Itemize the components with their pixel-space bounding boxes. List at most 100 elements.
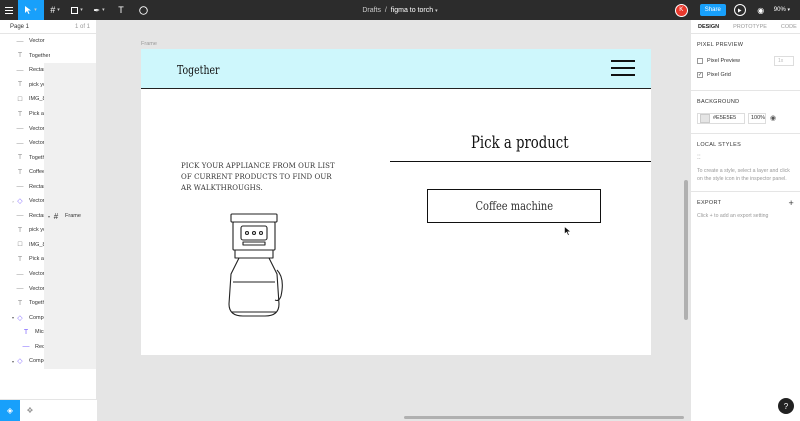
heading-text[interactable]: Pick a product	[471, 133, 569, 153]
vector-icon: —	[16, 37, 24, 45]
layer-label: Vector	[29, 140, 45, 147]
pixel-grid-row: ✓ Pixel Grid	[697, 68, 794, 82]
panel-footer: ◈ ❖	[0, 399, 97, 421]
pixel-preview-label: Pixel Preview	[707, 58, 741, 64]
tab-prototype[interactable]: PROTOTYPE	[726, 20, 774, 33]
comment-tool-button[interactable]	[132, 0, 154, 20]
chevron-down-icon[interactable]: ▾	[435, 8, 438, 14]
rectangle-icon: —	[16, 183, 24, 191]
page-count: 1 of 1	[74, 23, 90, 30]
pixel-preview-title: PIXEL PREVIEW	[697, 42, 744, 48]
image-icon: □	[17, 95, 23, 103]
text-icon: T	[17, 299, 23, 307]
eye-icon: ◉	[757, 5, 765, 15]
color-swatch[interactable]	[700, 113, 710, 123]
layer-label: Together	[29, 52, 51, 59]
tab-design[interactable]: DESIGN	[691, 20, 726, 33]
frame-header[interactable]: Together	[141, 49, 651, 89]
vertical-scrollbar[interactable]	[684, 180, 688, 320]
comment-icon	[138, 5, 148, 15]
pixel-grid-label: Pixel Grid	[707, 72, 731, 78]
shape-tool-button[interactable]: ▾	[66, 0, 88, 20]
brand-text[interactable]: Together	[177, 63, 219, 77]
avatar[interactable]: K	[674, 3, 688, 17]
pixel-preview-row: Pixel Preview 1x	[697, 54, 794, 68]
page-name: Page 1	[10, 23, 30, 30]
frame[interactable]: Together PICK YOUR APPLIANCE FROM OUR LI…	[141, 49, 651, 355]
cursor-arrow-icon	[25, 6, 32, 14]
zoom-level: 90%	[773, 7, 786, 13]
layer-label: Frame	[65, 213, 81, 219]
zoom-dropdown[interactable]: 90% ▾	[774, 7, 790, 13]
background-opacity-field[interactable]: 100%	[748, 112, 766, 124]
chevron-down-icon: ▾	[80, 7, 83, 13]
text-tool-button[interactable]: T	[110, 0, 132, 20]
hamburger-icon	[5, 6, 13, 14]
view-settings-button[interactable]: ◉	[754, 0, 768, 20]
pen-tool-button[interactable]: ✒ ▾	[88, 0, 110, 20]
tab-code[interactable]: CODE	[774, 20, 800, 33]
panel-tabs: DESIGN PROTOTYPE CODE	[691, 20, 800, 34]
layer-row[interactable]: ▾#Frame	[44, 63, 96, 369]
description-text[interactable]: PICK YOUR APPLIANCE FROM OUR LIST OF CUR…	[181, 160, 337, 193]
canvas[interactable]: Frame Together PICK YOUR APPLIANCE FROM …	[97, 20, 690, 421]
rectangle-icon: —	[16, 66, 24, 74]
chevron-down-icon: ▾	[57, 7, 60, 13]
layers-icon: ◈	[6, 406, 14, 415]
rectangle-icon: —	[22, 343, 30, 351]
components-toggle-button[interactable]: ❖	[20, 400, 40, 421]
share-button[interactable]: Share	[699, 4, 726, 16]
horizontal-scrollbar[interactable]	[404, 416, 684, 419]
frame-label[interactable]: Frame	[141, 41, 157, 47]
move-tool-button[interactable]: ▾	[18, 0, 44, 20]
mouse-cursor-icon	[564, 226, 572, 236]
file-name[interactable]: figma to torch	[391, 7, 433, 14]
frame-icon: #	[50, 5, 56, 15]
export-header: EXPORT +	[697, 199, 794, 208]
pixel-preview-section: PIXEL PREVIEW Pixel Preview 1x ✓ Pixel G…	[691, 34, 800, 91]
layer-label: Vector	[29, 285, 45, 292]
layer-label: Vector	[29, 198, 45, 205]
pixel-preview-checkbox[interactable]	[697, 58, 703, 64]
present-button[interactable]	[733, 4, 746, 16]
product-button[interactable]: Coffee machine	[427, 189, 601, 223]
local-styles-section: LOCAL STYLES ⁚⁚ To create a style, selec…	[691, 134, 800, 192]
layers-panel: Page 1 1 of 1 ▾#Frame—VectorTTogether—Re…	[0, 20, 97, 421]
breadcrumb-separator: /	[384, 6, 387, 14]
figma-app: ▾ # ▾ ▾ ✒ ▾ T Drafts / figma to torch ▾ …	[0, 0, 800, 421]
layer-list: ▾#Frame—VectorTTogether—Rectangle▾#Frame…	[0, 34, 96, 399]
properties-panel: DESIGN PROTOTYPE CODE PIXEL PREVIEW Pixe…	[690, 20, 800, 421]
breadcrumb-drafts[interactable]: Drafts	[362, 7, 381, 14]
text-icon: T	[17, 226, 23, 234]
frame-tool-button[interactable]: # ▾	[44, 0, 66, 20]
vector-icon: —	[16, 125, 24, 133]
layers-toggle-button[interactable]: ◈	[0, 400, 20, 421]
plus-icon[interactable]: +	[788, 199, 794, 208]
coffee-machine-image[interactable]	[221, 212, 285, 320]
pixel-preview-select[interactable]: 1x	[774, 56, 794, 66]
chevron-down-icon: ▾	[102, 7, 105, 13]
page-selector[interactable]: Page 1 1 of 1	[0, 20, 96, 34]
background-row: #E5E5E5 100% ◉	[697, 111, 794, 125]
text-icon: T	[17, 110, 23, 118]
toolbar: ▾ # ▾ ▾ ✒ ▾ T Drafts / figma to torch ▾ …	[0, 0, 800, 20]
background-title: BACKGROUND	[697, 99, 740, 105]
main-menu-button[interactable]	[0, 0, 18, 20]
export-section: EXPORT + Click + to add an export settin…	[691, 192, 800, 228]
frame-icon: #	[53, 211, 59, 221]
styles-icon: ⁚⁚	[697, 155, 701, 161]
text-icon: T	[17, 255, 23, 263]
eye-icon[interactable]: ◉	[770, 114, 776, 122]
text-icon: T	[17, 168, 23, 176]
help-button[interactable]: ?	[778, 398, 794, 414]
divider-line[interactable]	[390, 161, 651, 162]
vector-icon: —	[16, 139, 24, 147]
layer-row[interactable]: — Vector	[0, 34, 96, 49]
layer-row[interactable]: T Together	[0, 49, 96, 64]
pixel-grid-checkbox[interactable]: ✓	[697, 72, 703, 78]
background-section: BACKGROUND #E5E5E5 100% ◉	[691, 91, 800, 134]
component-icon: ◇	[17, 198, 23, 206]
hamburger-menu-icon[interactable]	[611, 60, 635, 81]
background-color-field[interactable]: #E5E5E5	[697, 112, 745, 124]
component-icon: ◇	[17, 358, 23, 366]
